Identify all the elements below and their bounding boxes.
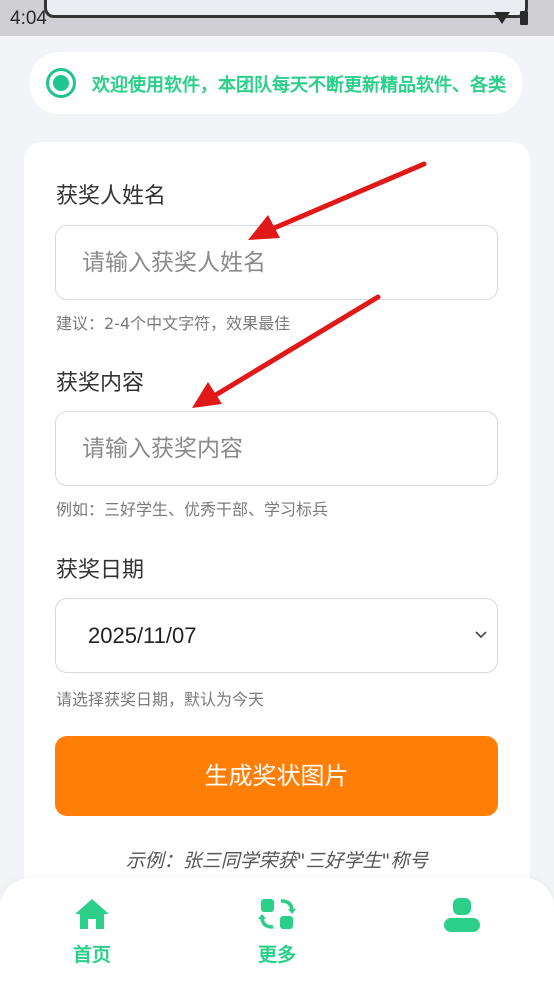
nav-label-more: 更多 [257, 944, 296, 966]
content-input[interactable] [56, 412, 497, 485]
refresh-icon [258, 899, 296, 929]
form-card: 获奖人姓名 建议：2-4个中文字符，效果最佳 获奖内容 例如：三好学生、优秀干部… [24, 142, 530, 984]
content-hint: 例如：三好学生、优秀干部、学习标兵 [56, 500, 329, 519]
nav-item-more[interactable]: 更多 [237, 896, 317, 967]
notice-icon [46, 68, 76, 98]
example-text: 示例：张三同学荣获"三好学生"称号 [125, 850, 429, 872]
notice-bar: 欢迎使用软件，本团队每天不断更新精品软件、各类 [30, 52, 522, 114]
name-field[interactable] [55, 225, 498, 300]
name-label: 获奖人姓名 [56, 184, 167, 209]
date-select[interactable]: 2025/11/07 [55, 598, 498, 673]
date-value: 2025/11/07 [88, 623, 197, 648]
user-icon [444, 898, 480, 932]
chevron-down-icon [475, 631, 487, 639]
name-hint: 建议：2-4个中文字符，效果最佳 [56, 314, 291, 333]
banner-image [44, 0, 528, 18]
nav-item-user[interactable] [422, 896, 502, 944]
nav-label-home: 首页 [72, 944, 111, 966]
status-time: 4:04 [10, 8, 47, 29]
content-field[interactable] [55, 411, 498, 486]
date-hint: 请选择获奖日期，默认为今天 [56, 690, 265, 709]
date-label: 获奖日期 [56, 558, 145, 583]
wifi-icon [494, 12, 510, 24]
notice-text: 欢迎使用软件，本团队每天不断更新精品软件、各类 [92, 75, 506, 96]
generate-button[interactable]: 生成奖状图片 [55, 736, 498, 816]
home-icon [75, 899, 109, 929]
status-icons [492, 8, 532, 32]
name-input[interactable] [56, 226, 497, 299]
content-label: 获奖内容 [56, 371, 145, 396]
battery-icon [520, 11, 528, 25]
status-bar: 4:04 [0, 0, 554, 36]
nav-item-home[interactable]: 首页 [52, 896, 132, 967]
bottom-nav: 首页 更多 [0, 878, 554, 984]
